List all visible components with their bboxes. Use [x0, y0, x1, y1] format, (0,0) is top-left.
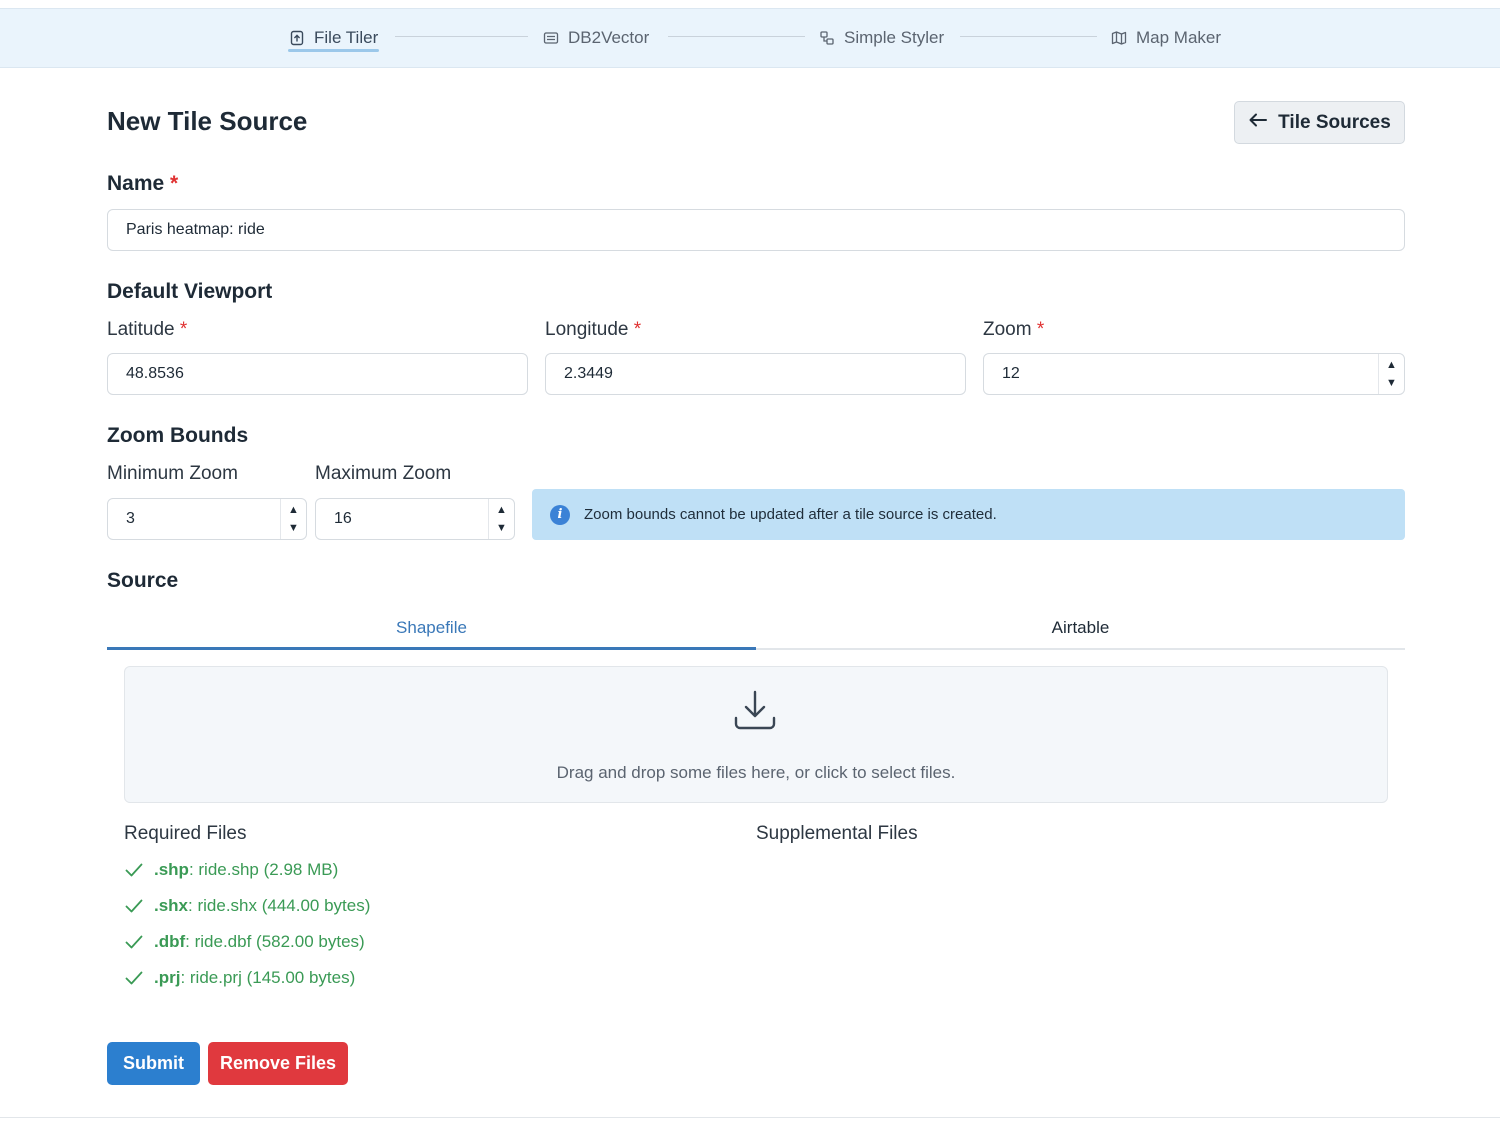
map-icon	[1110, 29, 1128, 47]
remove-files-button[interactable]: Remove Files	[208, 1042, 348, 1085]
styler-icon	[818, 29, 836, 47]
top-nav-bar: File Tiler DB2Vector Simple Styler Map M…	[0, 8, 1500, 68]
file-upload-icon	[288, 29, 306, 47]
info-alert-text: Zoom bounds cannot be updated after a ti…	[584, 506, 997, 523]
latitude-input[interactable]: 48.8536	[107, 353, 528, 395]
page-title: New Tile Source	[107, 106, 308, 136]
name-input[interactable]: Paris heatmap: ride	[107, 209, 1405, 251]
step-connector	[395, 36, 528, 37]
min-zoom-stepper[interactable]: ▲ ▼	[280, 499, 306, 539]
zoom-bounds-heading: Zoom Bounds	[107, 424, 249, 447]
decrement-arrow-icon[interactable]: ▼	[496, 520, 507, 536]
download-icon	[732, 688, 778, 734]
checkmark-icon	[124, 932, 144, 952]
list-item: .dbf: ride.dbf (582.00 bytes)	[124, 932, 365, 952]
decrement-arrow-icon[interactable]: ▼	[1386, 375, 1397, 391]
longitude-input[interactable]: 2.3449	[545, 353, 966, 395]
nav-step-file-tiler[interactable]: File Tiler	[288, 9, 378, 67]
back-button-label: Tile Sources	[1278, 111, 1391, 133]
nav-step-label: Map Maker	[1136, 28, 1222, 47]
list-item: .shx: ride.shx (444.00 bytes)	[124, 896, 370, 916]
increment-arrow-icon[interactable]: ▲	[496, 502, 507, 518]
zoom-input[interactable]: 12 ▲ ▼	[983, 353, 1405, 395]
nav-step-label: DB2Vector	[568, 28, 650, 47]
zoom-bounds-info-alert: i Zoom bounds cannot be updated after a …	[532, 489, 1405, 540]
arrow-left-icon	[1248, 112, 1268, 134]
dropzone-text: Drag and drop some files here, or click …	[556, 763, 956, 782]
database-icon	[542, 29, 560, 47]
latitude-label: Latitude *	[107, 319, 188, 340]
checkmark-icon	[124, 860, 144, 880]
list-item: .prj: ride.prj (145.00 bytes)	[124, 968, 355, 988]
info-icon: i	[550, 504, 570, 525]
nav-step-label: File Tiler	[314, 28, 379, 47]
min-zoom-input[interactable]: 3 ▲ ▼	[107, 498, 307, 540]
default-viewport-heading: Default Viewport	[107, 280, 273, 303]
max-zoom-input[interactable]: 16 ▲ ▼	[315, 498, 515, 540]
active-tab-indicator	[107, 647, 756, 650]
list-item: .shp: ride.shp (2.98 MB)	[124, 860, 338, 880]
submit-button[interactable]: Submit	[107, 1042, 200, 1085]
nav-step-db2vector[interactable]: DB2Vector	[542, 9, 649, 67]
min-zoom-label: Minimum Zoom	[107, 463, 238, 484]
supplemental-files-heading: Supplemental Files	[756, 823, 918, 844]
active-step-indicator	[288, 49, 379, 52]
required-marker: *	[170, 172, 179, 195]
source-heading: Source	[107, 569, 179, 592]
nav-step-map-maker[interactable]: Map Maker	[1110, 9, 1221, 67]
checkmark-icon	[124, 968, 144, 988]
back-to-tile-sources-button[interactable]: Tile Sources	[1234, 101, 1405, 144]
increment-arrow-icon[interactable]: ▲	[288, 502, 299, 518]
zoom-label: Zoom *	[983, 319, 1045, 340]
increment-arrow-icon[interactable]: ▲	[1386, 357, 1397, 373]
checkmark-icon	[124, 896, 144, 916]
required-files-heading: Required Files	[124, 823, 247, 844]
max-zoom-label: Maximum Zoom	[315, 463, 452, 484]
step-connector	[668, 36, 805, 37]
name-label: Name *	[107, 172, 179, 195]
zoom-stepper[interactable]: ▲ ▼	[1378, 354, 1404, 394]
tab-shapefile[interactable]: Shapefile	[107, 606, 756, 650]
decrement-arrow-icon[interactable]: ▼	[288, 520, 299, 536]
nav-step-label: Simple Styler	[844, 28, 945, 47]
step-connector	[960, 36, 1097, 37]
longitude-label: Longitude *	[545, 319, 642, 340]
footer-divider	[0, 1117, 1500, 1118]
tab-airtable[interactable]: Airtable	[756, 606, 1405, 650]
max-zoom-stepper[interactable]: ▲ ▼	[488, 499, 514, 539]
nav-step-simple-styler[interactable]: Simple Styler	[818, 9, 944, 67]
